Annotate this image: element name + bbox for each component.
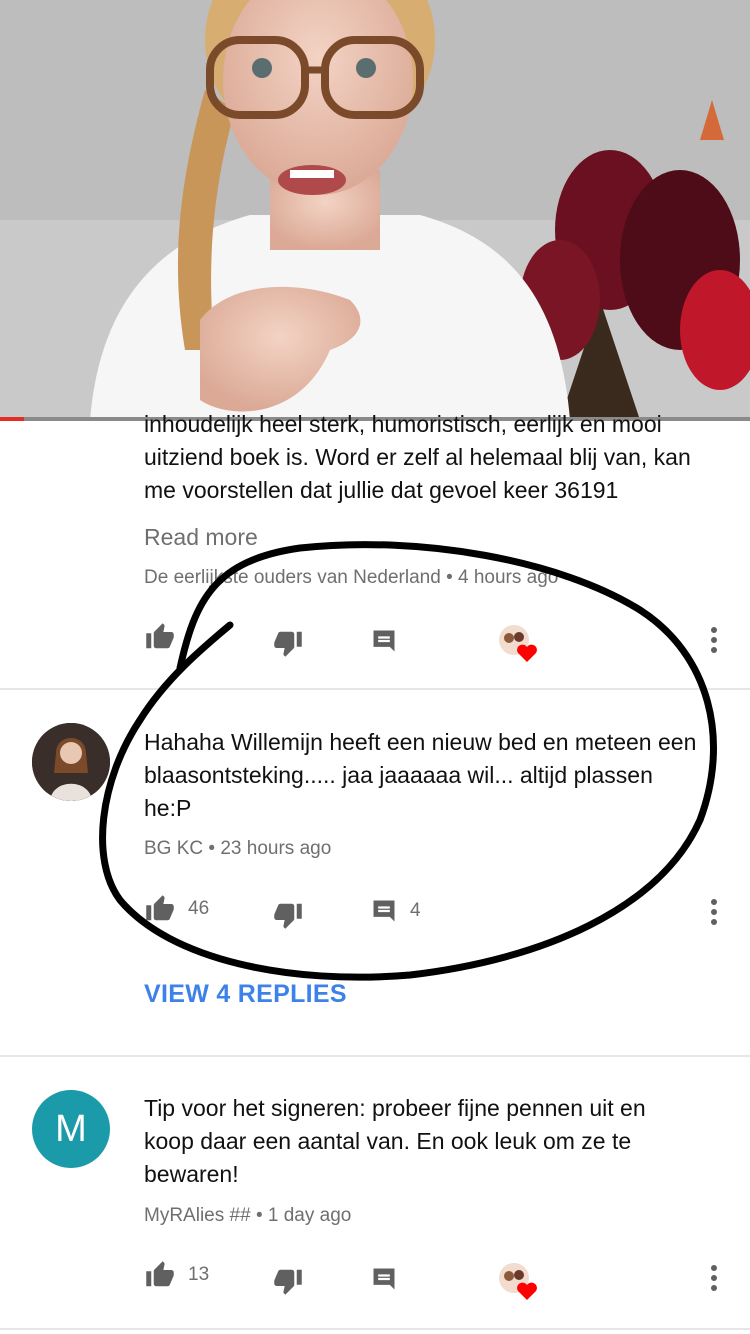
hand-drawn-circle-annotation (99, 541, 717, 981)
